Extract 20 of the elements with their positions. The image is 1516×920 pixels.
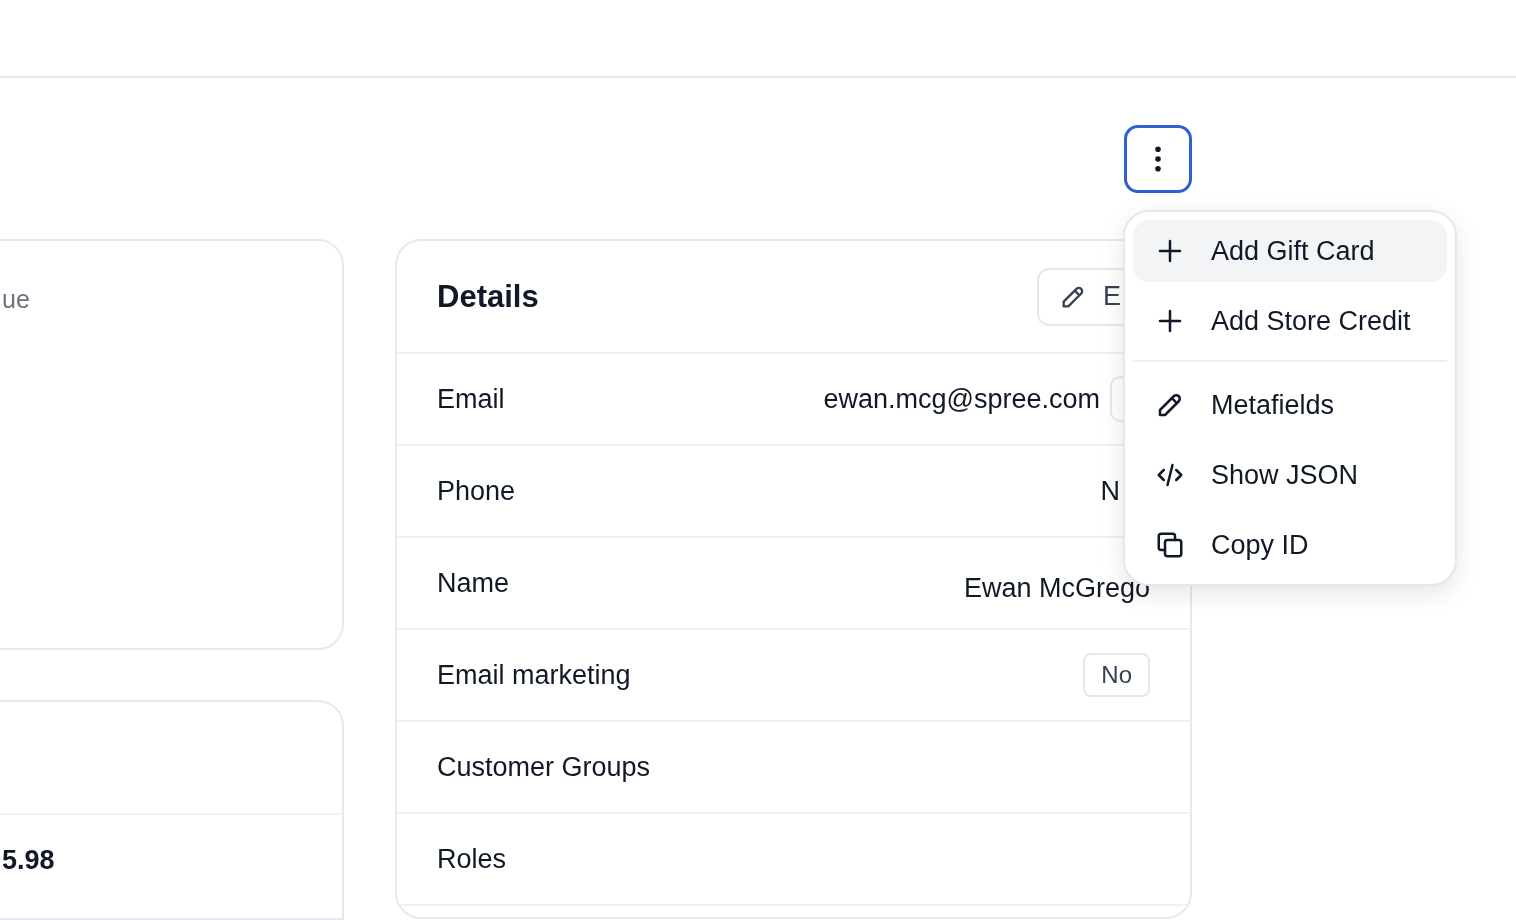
stat-value: 5.98 — [1, 844, 56, 876]
copy-icon — [1155, 530, 1185, 560]
menu-item[interactable]: Copy ID — [1133, 514, 1447, 576]
field-value: Ewan McGrego — [963, 574, 1150, 602]
more-icon — [1155, 145, 1161, 173]
more-button[interactable] — [1124, 125, 1192, 193]
field-value: ewan.mcg@spree.com — [823, 383, 1100, 415]
field-label: Name — [437, 567, 510, 599]
field-label: Email — [437, 383, 505, 415]
menu-item[interactable]: Metafields — [1133, 374, 1447, 436]
card-title: Details — [437, 278, 539, 315]
stat-label: ue — [2, 285, 30, 313]
field-label: Roles — [437, 843, 507, 875]
field-label: Customer Groups — [437, 751, 651, 783]
status-badge: No — [1083, 653, 1150, 697]
field-value: N — [1100, 475, 1120, 507]
field-label: Phone — [437, 475, 516, 507]
menu-item[interactable]: Show JSON — [1133, 444, 1447, 506]
menu-item[interactable]: Add Gift Card — [1133, 220, 1447, 282]
field-label: Email marketing — [437, 659, 631, 691]
